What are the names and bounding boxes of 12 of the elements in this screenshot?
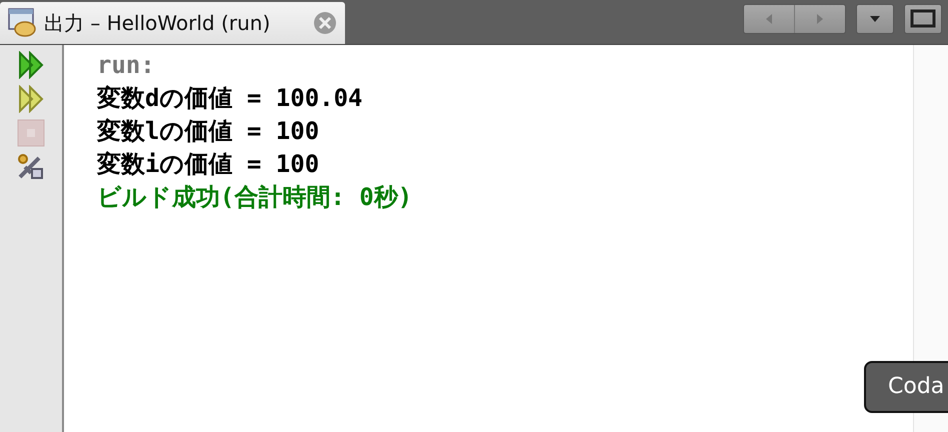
- close-icon[interactable]: [313, 11, 337, 35]
- scroll-tabs-control[interactable]: [743, 4, 846, 34]
- output-line: 変数lの価値 = 100: [97, 116, 320, 147]
- output-line: run:: [97, 50, 155, 81]
- tooltip: Coda: [864, 361, 948, 413]
- output-line: ビルド成功(合計時間: 0秒): [97, 182, 412, 213]
- run-again-icon[interactable]: [17, 85, 45, 113]
- run-again-icon[interactable]: [17, 51, 45, 79]
- output-line: 変数iの価値 = 100: [97, 149, 320, 180]
- output-window-icon: [8, 8, 36, 38]
- output-line: 変数dの価値 = 100.04: [97, 83, 362, 114]
- output-tab[interactable]: 出力 – HelloWorld (run): [0, 2, 345, 44]
